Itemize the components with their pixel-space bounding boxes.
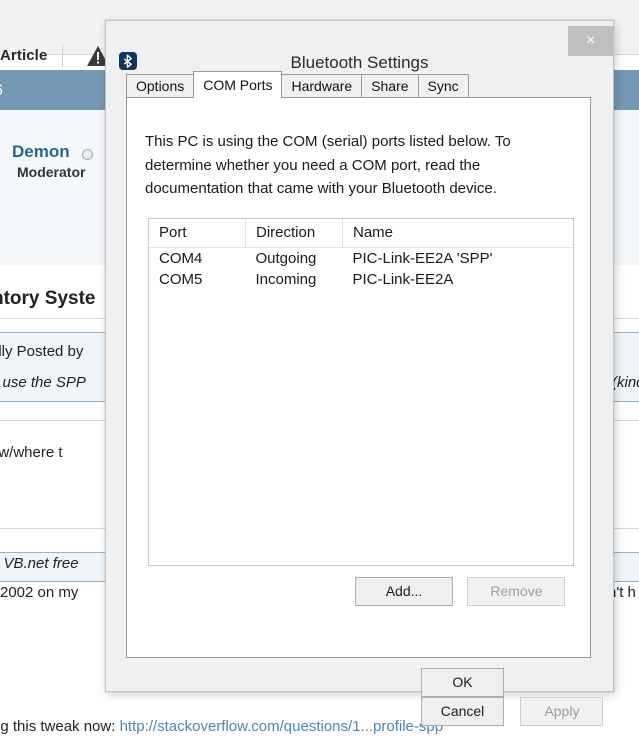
background-quote-attribution: ally Posted by bbox=[0, 343, 83, 360]
remove-button: Remove bbox=[467, 577, 565, 606]
com-ports-listbox[interactable]: Port Direction Name COM4 Outgoing PIC-Li… bbox=[148, 218, 574, 566]
listbox-button-row: Add... Remove bbox=[355, 577, 565, 606]
background-bottom-line: ng this tweak now: http://stackoverflow.… bbox=[0, 718, 443, 735]
background-bottom-prefix: ng this tweak now: bbox=[0, 718, 120, 735]
tab-options[interactable]: Options bbox=[126, 74, 194, 98]
background-line-2002: 2002 on my bbox=[0, 584, 78, 601]
background-nav-article[interactable]: Article bbox=[0, 47, 47, 64]
com-ports-panel: This PC is using the COM (serial) ports … bbox=[126, 97, 591, 658]
column-header-name[interactable]: Name bbox=[343, 219, 574, 248]
background-user-role: Moderator bbox=[17, 164, 85, 180]
tab-hardware[interactable]: Hardware bbox=[281, 74, 362, 98]
tab-com-ports[interactable]: COM Ports bbox=[193, 71, 282, 98]
dialog-title: Bluetooth Settings bbox=[106, 53, 613, 73]
panel-description: This PC is using the COM (serial) ports … bbox=[145, 130, 537, 201]
close-button[interactable]: × bbox=[568, 26, 613, 56]
ok-button[interactable]: OK bbox=[421, 668, 504, 697]
table-row[interactable]: COM5 Incoming PIC-Link-EE2A bbox=[149, 269, 573, 290]
cell-name: PIC-Link-EE2A 'SPP' bbox=[343, 248, 574, 270]
add-button[interactable]: Add... bbox=[355, 577, 453, 606]
cancel-button[interactable]: Cancel bbox=[421, 697, 504, 726]
bluetooth-settings-dialog: Bluetooth Settings × Options COM Ports H… bbox=[105, 20, 614, 692]
com-ports-table: Port Direction Name COM4 Outgoing PIC-Li… bbox=[149, 219, 573, 290]
cell-port: COM4 bbox=[149, 248, 246, 270]
background-line-howwhere: ow/where t bbox=[0, 444, 63, 461]
column-header-direction[interactable]: Direction bbox=[246, 219, 343, 248]
tab-share[interactable]: Share bbox=[361, 74, 418, 98]
screen: ntory Syste ally Posted by u use the SPP… bbox=[0, 0, 639, 753]
close-icon: × bbox=[568, 26, 613, 56]
background-line-vbnet: er VB.net free bbox=[0, 555, 79, 572]
background-quote-text: u use the SPP bbox=[0, 374, 86, 391]
tab-sync[interactable]: Sync bbox=[418, 74, 469, 98]
cell-port: COM5 bbox=[149, 269, 246, 290]
dialog-titlebar[interactable]: Bluetooth Settings × bbox=[106, 21, 613, 69]
cell-direction: Incoming bbox=[246, 269, 343, 290]
background-bottom-link[interactable]: http://stackoverflow.com/questions/1...p… bbox=[120, 718, 444, 735]
dialog-tabstrip: Options COM Ports Hardware Share Sync bbox=[126, 74, 468, 98]
cell-direction: Outgoing bbox=[246, 248, 343, 270]
cell-name: PIC-Link-EE2A bbox=[343, 269, 574, 290]
background-thread-heading: ntory Syste bbox=[0, 288, 95, 310]
table-row[interactable]: COM4 Outgoing PIC-Link-EE2A 'SPP' bbox=[149, 248, 573, 270]
apply-button: Apply bbox=[520, 697, 603, 726]
background-user-link[interactable]: Demon bbox=[12, 142, 70, 162]
column-header-port[interactable]: Port bbox=[149, 219, 246, 248]
dialog-footer-buttons: OK Cancel Apply bbox=[421, 668, 613, 726]
background-nav-divider bbox=[62, 45, 63, 67]
user-status-circle-icon bbox=[82, 149, 93, 160]
background-quote-text-right: (kind bbox=[612, 374, 639, 391]
table-header-row: Port Direction Name bbox=[149, 219, 573, 248]
background-blue-bar-label: 6 bbox=[0, 82, 3, 100]
